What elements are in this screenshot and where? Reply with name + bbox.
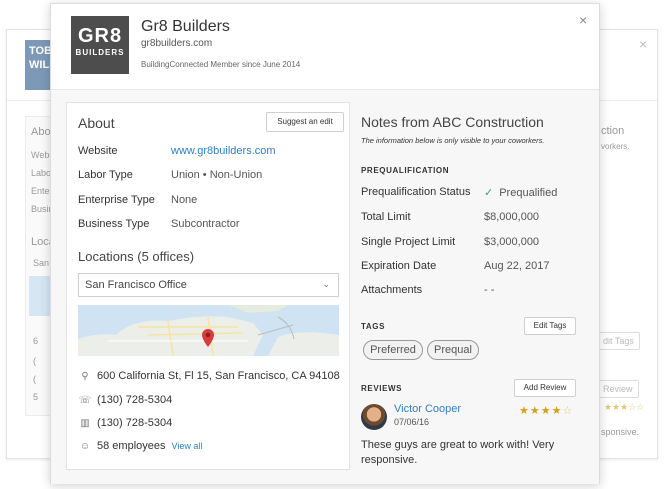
star-filled-icon: ★ — [529, 405, 541, 417]
phone-row: ☏ (130) 728-5304 — [78, 394, 173, 406]
background-icon-row: ( — [33, 374, 36, 384]
rating-stars: ★★★★☆ — [519, 404, 573, 417]
total-limit-label: Total Limit — [361, 211, 411, 223]
background-notes-sub: vorkers. — [601, 142, 630, 151]
member-since: BuildingConnected Member since June 2014 — [141, 60, 301, 69]
background-about-title: Abo — [31, 126, 51, 138]
office-select[interactable]: San Francisco Office ⌄ — [78, 273, 339, 297]
close-icon[interactable]: × — [579, 12, 587, 28]
business-type-label: Business Type — [78, 218, 150, 230]
labor-type-value: Union • Non-Union — [171, 169, 263, 181]
expiration-date-label: Expiration Date — [361, 260, 437, 272]
reviewer-avatar — [361, 404, 387, 430]
phone-icon: ☏ — [78, 395, 92, 406]
enterprise-type-label: Enterprise Type — [78, 194, 155, 206]
check-icon: ✓ — [484, 187, 494, 199]
company-profile-modal: GR8 BUILDERS Gr8 Builders gr8builders.co… — [50, 3, 600, 484]
fax-text: (130) 728-5304 — [97, 417, 173, 429]
star-empty-icon: ☆ — [562, 405, 574, 417]
employees-row: ☺ 58 employees View all — [78, 440, 202, 452]
reviewer-name[interactable]: Victor Cooper — [394, 403, 461, 415]
background-review-button: Review — [597, 380, 639, 398]
star-filled-icon: ★ — [540, 405, 552, 417]
single-project-limit-label: Single Project Limit — [361, 236, 456, 248]
background-map — [29, 276, 51, 316]
background-notes-title: ction — [601, 125, 625, 137]
enterprise-type-value: None — [171, 194, 198, 206]
star-filled-icon: ★ — [551, 405, 563, 417]
labor-type-label: Labor Type — [78, 169, 133, 181]
background-icon-row: ( — [33, 356, 36, 366]
office-select-value: San Francisco Office — [85, 279, 187, 291]
attachments-label: Attachments — [361, 284, 423, 296]
view-all-link[interactable]: View all — [172, 441, 203, 451]
add-review-button[interactable]: Add Review — [514, 379, 576, 397]
notes-title: Notes from ABC Construction — [361, 114, 544, 130]
background-row: Labo — [31, 168, 52, 178]
edit-tags-button[interactable]: Edit Tags — [524, 317, 576, 335]
prequal-status-label: Prequalification Status — [361, 186, 471, 198]
notes-panel: Notes from ABC Construction The informat… — [351, 90, 601, 484]
tags-heading: TAGS — [361, 322, 386, 331]
prequal-status-value: ✓ Prequalified — [484, 186, 557, 199]
background-edit-tags: dit Tags — [597, 332, 640, 350]
expiration-date-value: Aug 22, 2017 — [484, 260, 550, 272]
address-row: ⚲ 600 California St, Fl 15, San Francisco… — [78, 370, 340, 382]
chevron-down-icon: ⌄ — [322, 279, 330, 289]
reviews-heading: REVIEWS — [361, 384, 403, 393]
address-text: 600 California St, Fl 15, San Francisco,… — [97, 370, 340, 382]
person-icon: ☺ — [79, 441, 91, 452]
total-limit-value: $8,000,000 — [484, 211, 540, 223]
logo-text: GR8 — [77, 25, 123, 47]
logo-subtext: BUILDERS — [75, 48, 125, 57]
background-icon-row: 5 — [33, 392, 39, 402]
single-project-limit-value: $3,000,000 — [484, 236, 540, 248]
about-panel: About Suggest an edit Website www.gr8bui… — [66, 102, 350, 470]
employees-text: 58 employees — [97, 440, 166, 452]
background-close-icon: × — [639, 36, 648, 52]
tag-preferred[interactable]: Preferred — [363, 340, 423, 360]
background-icon-row: 6 — [33, 336, 39, 346]
office-map[interactable] — [78, 305, 339, 356]
background-stars: ★★★☆☆ — [604, 402, 645, 412]
prequal-status-text: Prequalified — [499, 187, 558, 199]
locations-title: Locations (5 offices) — [78, 249, 195, 264]
modal-body: About Suggest an edit Website www.gr8bui… — [51, 90, 599, 484]
background-location-input: San — [33, 258, 50, 268]
fax-icon: ▥ — [80, 418, 90, 429]
website-link[interactable]: www.gr8builders.com — [171, 145, 276, 157]
suggest-edit-button[interactable]: Suggest an edit — [266, 112, 344, 132]
notes-subtitle: The information below is only visible to… — [361, 136, 545, 145]
tag-prequal[interactable]: Prequal — [427, 340, 479, 360]
review-text: These guys are great to work with! Very … — [361, 439, 555, 466]
map-pin-icon[interactable] — [202, 329, 214, 347]
fax-row: ▥ (130) 728-5304 — [78, 417, 172, 429]
company-name: Gr8 Builders — [141, 18, 230, 35]
modal-header: GR8 BUILDERS Gr8 Builders gr8builders.co… — [51, 4, 599, 90]
about-title: About — [78, 115, 115, 131]
attachments-value: - - — [484, 284, 495, 296]
phone-text: (130) 728-5304 — [97, 394, 173, 406]
business-type-value: Subcontractor — [171, 218, 240, 230]
background-review-text: sponsive. — [601, 427, 640, 437]
company-url[interactable]: gr8builders.com — [141, 38, 212, 49]
location-pin-icon: ⚲ — [81, 371, 89, 382]
company-logo: GR8 BUILDERS — [71, 16, 129, 74]
star-filled-icon: ★ — [519, 405, 530, 417]
prequalification-heading: PREQUALIFICATION — [361, 166, 450, 175]
website-label: Website — [78, 145, 118, 157]
review-date: 07/06/16 — [394, 417, 430, 427]
